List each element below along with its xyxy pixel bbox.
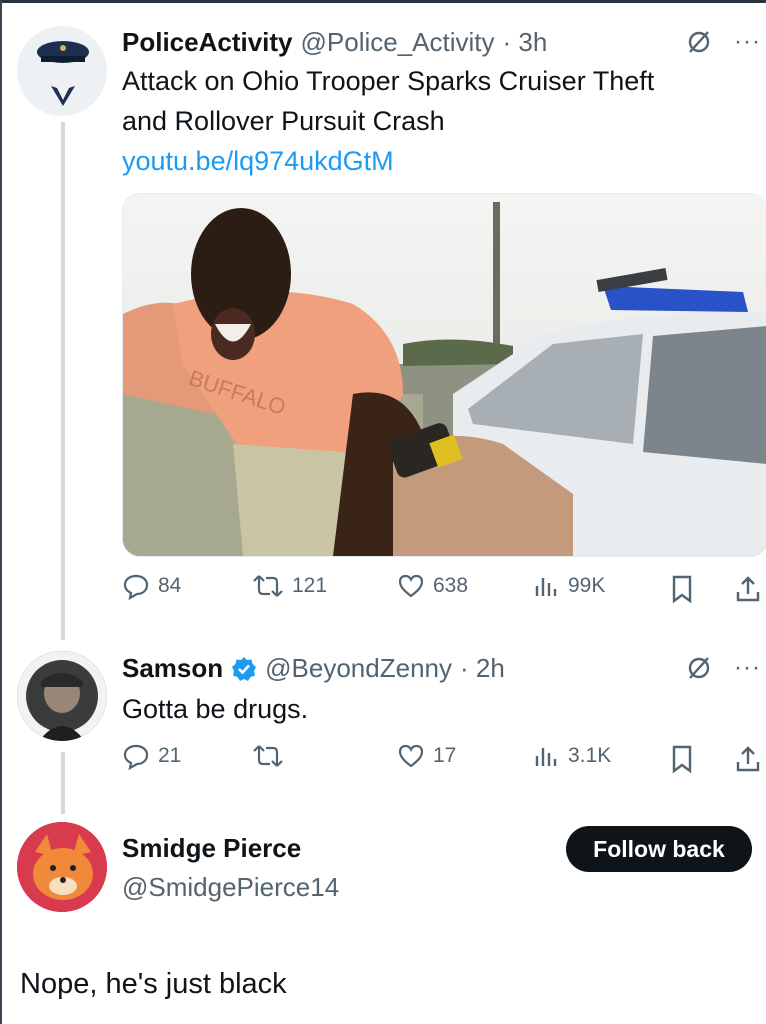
thread-line xyxy=(61,122,65,640)
tweet-header: PoliceActivity @Police_Activity · 3h xyxy=(122,27,547,58)
views-action[interactable]: 3.1K xyxy=(532,742,611,770)
tweet-text-line2: and Rollover Pursuit Crash xyxy=(122,106,445,136)
retweet-action[interactable] xyxy=(252,742,292,770)
bookmark-icon[interactable] xyxy=(668,744,696,774)
bookmark-icon[interactable] xyxy=(668,574,696,604)
like-icon xyxy=(398,574,424,598)
avatar-smidge-pierce[interactable] xyxy=(17,822,107,912)
composer-author: Smidge Pierce @SmidgePierce14 xyxy=(122,833,339,903)
more-icon[interactable]: ··· xyxy=(734,28,761,56)
avatar-samson[interactable] xyxy=(17,651,107,741)
retweet-action[interactable]: 121 xyxy=(252,572,327,600)
tweet-text: Attack on Ohio Trooper Sparks Cruiser Th… xyxy=(122,61,762,181)
tweet-text-line1: Attack on Ohio Trooper Sparks Cruiser Th… xyxy=(122,66,655,96)
like-action[interactable]: 17 xyxy=(397,742,456,770)
grok-icon[interactable] xyxy=(686,29,712,55)
reply-icon xyxy=(123,744,149,770)
retweet-icon xyxy=(253,575,283,597)
reply-count: 84 xyxy=(158,574,182,597)
share-icon[interactable] xyxy=(734,574,762,604)
author-name[interactable]: PoliceActivity xyxy=(122,27,293,58)
like-count: 17 xyxy=(433,744,457,767)
reply-count: 21 xyxy=(158,744,182,767)
reply-author-handle[interactable]: @BeyondZenny xyxy=(265,653,452,684)
views-icon xyxy=(535,748,557,766)
retweet-icon xyxy=(253,745,283,767)
views-action[interactable]: 99K xyxy=(532,572,605,600)
tweet-media[interactable]: BUFFALO xyxy=(122,193,766,557)
thread-line xyxy=(61,752,65,814)
reply-text: Gotta be drugs. xyxy=(122,694,309,724)
reply-action[interactable]: 21 xyxy=(122,742,181,770)
reply-action[interactable]: 84 xyxy=(122,572,181,600)
reply-time[interactable]: · 2h xyxy=(460,653,505,684)
top-border xyxy=(0,0,766,3)
like-action[interactable]: 638 xyxy=(397,572,468,600)
like-count: 638 xyxy=(433,574,469,597)
verified-badge-icon xyxy=(232,656,257,681)
views-icon xyxy=(535,578,557,596)
more-icon[interactable]: ··· xyxy=(734,654,761,682)
composer-handle[interactable]: @SmidgePierce14 xyxy=(122,872,339,903)
reply-actions: 21 17 3.1K xyxy=(122,742,762,776)
tweet-actions: 84 121 638 99K xyxy=(122,572,762,606)
left-border xyxy=(0,0,2,1024)
share-icon[interactable] xyxy=(734,744,762,774)
avatar-police-activity[interactable] xyxy=(17,26,107,116)
views-count: 99K xyxy=(568,574,606,597)
reply-author-name[interactable]: Samson xyxy=(122,653,223,684)
reply-icon xyxy=(123,574,149,600)
composer-name[interactable]: Smidge Pierce xyxy=(122,833,339,864)
post-time[interactable]: · 3h xyxy=(503,27,548,58)
author-handle[interactable]: @Police_Activity xyxy=(301,27,495,58)
tweet-corner-actions: ··· xyxy=(686,28,761,56)
grok-icon[interactable] xyxy=(686,655,712,681)
tweet-link[interactable]: youtu.be/lq974ukdGtM xyxy=(122,141,762,181)
retweet-count: 121 xyxy=(292,574,328,597)
reply-header: Samson @BeyondZenny · 2h xyxy=(122,653,505,684)
composer-text: Nope, he's just black xyxy=(20,968,287,1000)
reply-corner-actions: ··· xyxy=(686,654,761,682)
like-icon xyxy=(398,744,424,768)
views-count: 3.1K xyxy=(568,744,612,767)
follow-back-button[interactable]: Follow back xyxy=(566,826,752,872)
